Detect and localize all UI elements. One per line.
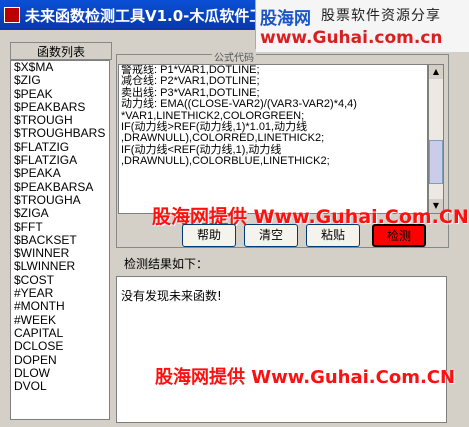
result-label: 检测结果如下：: [124, 257, 209, 271]
function-list-item[interactable]: $BACKSET: [11, 233, 109, 247]
code-line: 动力线: EMA((CLOSE-VAR2)/(VAR3-VAR2)*4,4): [121, 98, 357, 111]
function-list-item[interactable]: $TROUGHBARS: [11, 127, 109, 141]
function-list-item[interactable]: $PEAKBARS: [11, 100, 109, 114]
formula-editor[interactable]: 警戒线: P1*VAR1,DOTLINE; 减仓线: P2*VAR1,DOTLIN…: [118, 64, 428, 214]
paste-button[interactable]: 粘贴: [306, 224, 360, 247]
brand-logo: 股海网: [260, 9, 311, 29]
function-list-item[interactable]: DVOL: [11, 379, 109, 393]
scroll-thumb[interactable]: [429, 140, 443, 184]
code-line: ,DRAWNULL),COLORBLUE,LINETHICK2;: [121, 155, 330, 168]
result-box[interactable]: 没有发现未来函数!: [116, 276, 447, 423]
function-list-item[interactable]: $PEAKBARSA: [11, 180, 109, 194]
function-list-item[interactable]: $PEAK: [11, 87, 109, 101]
function-list-item[interactable]: $WINNER: [11, 246, 109, 260]
scroll-up-icon[interactable]: ▲: [429, 65, 443, 79]
function-list-header: 函数列表: [10, 42, 112, 60]
editor-caption: 公式代码: [212, 49, 256, 64]
check-button[interactable]: 检测: [372, 224, 426, 247]
window-title: 未来函数检测工具V1.0-木瓜软件工作: [25, 7, 280, 25]
watermark-text-2: 股海网提供 Www.Guhai.Com.CN: [155, 367, 456, 388]
function-list-item[interactable]: $X$MA: [11, 61, 109, 74]
app-icon[interactable]: [4, 7, 20, 23]
function-list-item[interactable]: DCLOSE: [11, 339, 109, 353]
function-list-item[interactable]: #WEEK: [11, 313, 109, 327]
function-list-item[interactable]: #MONTH: [11, 300, 109, 314]
function-list-item[interactable]: $ZIGA: [11, 206, 109, 220]
result-text: 没有发现未来函数!: [121, 289, 222, 303]
clear-button[interactable]: 清空: [244, 224, 298, 247]
brand-banner: 股海网 股票软件资源分享 www.Guhai.com.cn: [255, 0, 469, 52]
function-list-item[interactable]: $LWINNER: [11, 260, 109, 274]
function-list-item[interactable]: $FLATZIG: [11, 140, 109, 154]
function-list-item[interactable]: $PEAKA: [11, 167, 109, 181]
brand-url: www.Guhai.com.cn: [260, 28, 443, 48]
function-list-item[interactable]: $TROUGH: [11, 113, 109, 127]
help-button[interactable]: 帮助: [182, 224, 236, 247]
function-list-item[interactable]: DLOW: [11, 366, 109, 380]
function-list-item[interactable]: DOPEN: [11, 353, 109, 367]
editor-scrollbar[interactable]: ▲ ▼: [428, 64, 444, 214]
function-list-item[interactable]: CAPITAL: [11, 326, 109, 340]
function-list-item[interactable]: $FLATZIGA: [11, 153, 109, 167]
function-list[interactable]: $X$MA $ZIG $PEAK $PEAKBARS $TROUGH $TROUGHBAR…: [10, 60, 110, 420]
brand-slogan: 股票软件资源分享: [321, 8, 441, 24]
function-list-item[interactable]: $ZIG: [11, 73, 109, 87]
function-list-item[interactable]: $TROUGHA: [11, 193, 109, 207]
function-list-item[interactable]: $COST: [11, 273, 109, 287]
function-list-item[interactable]: $FFT: [11, 220, 109, 234]
function-list-item[interactable]: #YEAR: [11, 286, 109, 300]
